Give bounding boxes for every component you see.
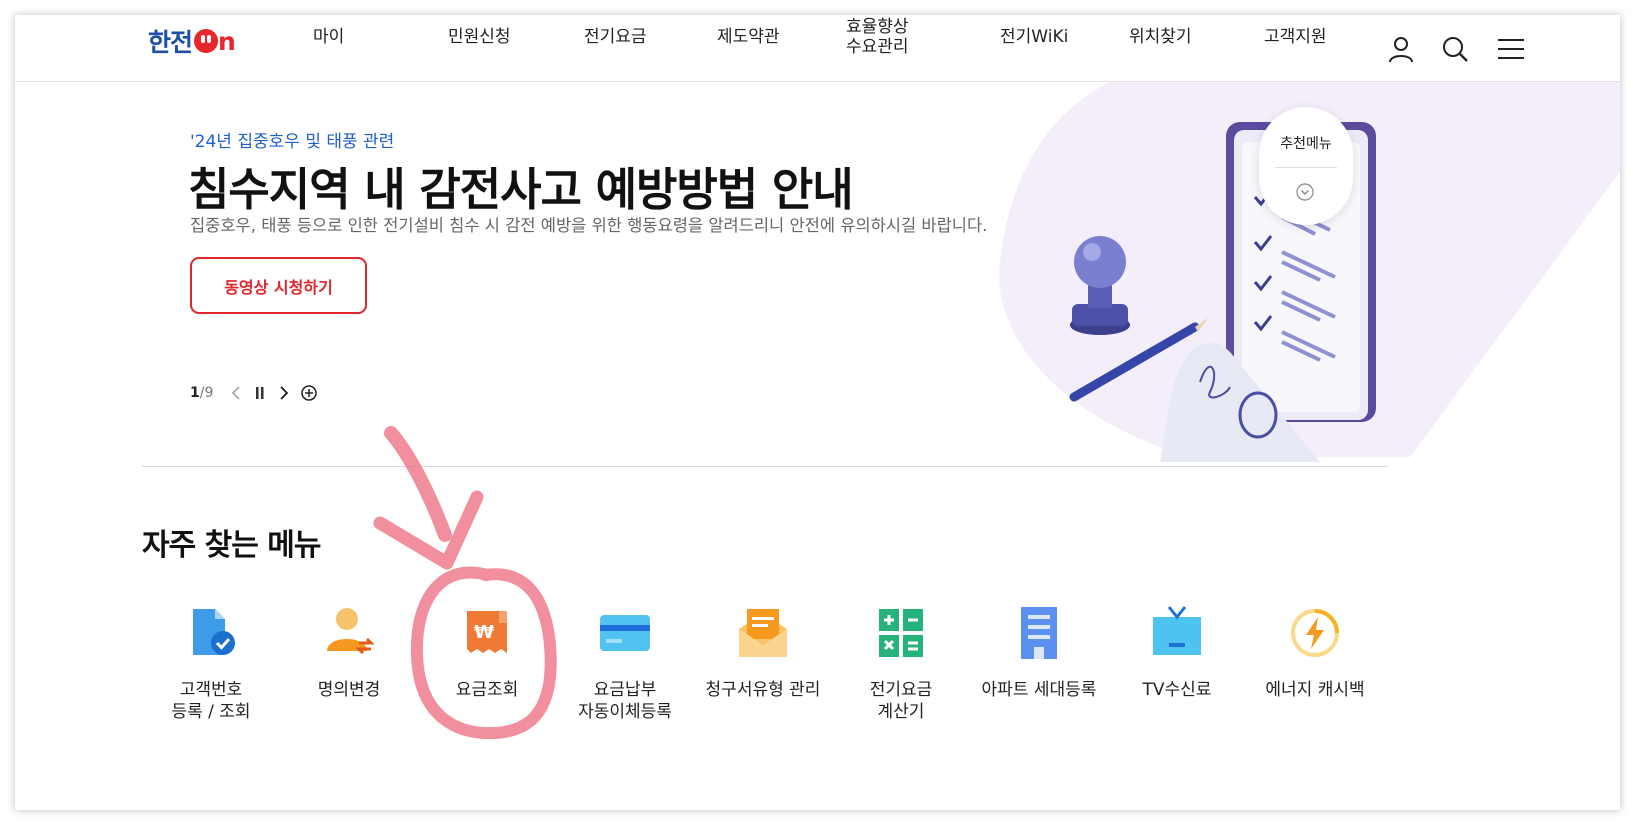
svg-text:₩: ₩: [474, 622, 494, 643]
logo-on-text: n: [218, 26, 236, 56]
menu-label: 고객번호: [179, 680, 243, 700]
pause-icon[interactable]: [255, 386, 265, 400]
credit-card-icon: [600, 615, 650, 651]
watch-video-button[interactable]: 동영상 시청하기: [190, 257, 367, 314]
chevron-down-circle-icon: [1296, 183, 1314, 201]
logo-on: n: [194, 26, 236, 56]
nav-item-my[interactable]: 마이: [313, 27, 344, 47]
menu-label: 에너지 캐시백: [1265, 680, 1365, 700]
nav-item-civil-application[interactable]: 민원신청: [448, 27, 511, 47]
menu-label: 청구서유형 관리: [705, 680, 821, 700]
search-icon[interactable]: [1441, 35, 1469, 63]
calculator-icon: [879, 609, 923, 657]
hero-subtitle: '24년 집중호우 및 태풍 관련: [190, 132, 395, 152]
hero-title: 침수지역 내 감전사고 예방방법 안내: [188, 163, 854, 216]
section-divider: [142, 466, 1388, 467]
frequent-menu-title: 자주 찾는 메뉴: [142, 528, 321, 563]
user-icon[interactable]: [1387, 35, 1415, 63]
menu-label: 요금납부: [593, 680, 657, 700]
plug-icon: [194, 29, 219, 53]
logo-text: 한전: [148, 28, 193, 57]
menu-label: 명의변경: [317, 680, 381, 700]
menu-label-2: 계산기: [877, 702, 925, 722]
nav-item-wiki[interactable]: 전기WiKi: [1000, 27, 1068, 47]
menu-name-change[interactable]: 명의변경: [284, 605, 414, 701]
menu-apartment-register[interactable]: 아파트 세대등록: [974, 605, 1104, 701]
pager-total: /9: [199, 385, 214, 401]
menu-auto-payment[interactable]: 요금납부 자동이체등록: [560, 605, 690, 723]
nav-item-electric-fee[interactable]: 전기요금: [584, 27, 647, 47]
recommend-menu-label: 추천메뉴: [1280, 136, 1332, 152]
browser-page: 한전 n 마이 민원신청 전기요금 제도약관 효율향상 수요관리 전기WiKi …: [15, 15, 1620, 810]
hamburger-menu-icon[interactable]: [1497, 35, 1525, 63]
site-header: 한전 n 마이 민원신청 전기요금 제도약관 효율향상 수요관리 전기WiKi …: [15, 15, 1620, 82]
energy-cashback-icon: [1291, 609, 1339, 657]
nav-item-customer-support[interactable]: 고객지원: [1264, 27, 1327, 47]
won-receipt-icon: ₩: [467, 611, 507, 653]
plus-circle-icon[interactable]: [301, 385, 318, 401]
tv-icon: [1153, 606, 1201, 655]
nav-item-terms[interactable]: 제도약관: [717, 27, 780, 47]
menu-fee-inquiry[interactable]: ₩ 요금조회: [422, 605, 552, 701]
hero-description: 집중호우, 태풍 등으로 인한 전기설비 침수 시 감전 예방을 위한 행동요령…: [190, 216, 988, 235]
menu-label: 요금조회: [455, 680, 519, 700]
nav-item-efficiency[interactable]: 효율향상 수요관리: [846, 17, 909, 57]
menu-bill-type[interactable]: 청구서유형 관리: [698, 605, 828, 701]
menu-label: 아파트 세대등록: [981, 680, 1097, 700]
document-check-icon: [193, 609, 235, 655]
recommend-menu-button[interactable]: 추천메뉴: [1259, 107, 1353, 225]
menu-label: TV수신료: [1142, 680, 1212, 700]
menu-label-2: 등록 / 조회: [171, 702, 251, 722]
apartment-icon: [1021, 607, 1057, 659]
hero-pager: 1 /9: [190, 385, 318, 401]
menu-tv-fee[interactable]: TV수신료: [1112, 605, 1242, 701]
menu-customer-number[interactable]: 고객번호 등록 / 조회: [146, 605, 276, 723]
recommend-divider: [1275, 167, 1337, 168]
menu-energy-cashback[interactable]: 에너지 캐시백: [1250, 605, 1380, 701]
menu-label-2: 자동이체등록: [578, 702, 672, 722]
nav-item-location[interactable]: 위치찾기: [1129, 27, 1192, 47]
next-slide-icon[interactable]: [279, 385, 289, 401]
pager-current: 1: [190, 385, 200, 401]
user-change-icon: [327, 608, 375, 655]
prev-slide-icon[interactable]: [231, 385, 241, 401]
mail-icon: [739, 609, 787, 657]
menu-label: 전기요금: [869, 680, 933, 700]
kepco-on-logo[interactable]: 한전 n: [148, 23, 236, 59]
menu-fee-calculator[interactable]: 전기요금 계산기: [836, 605, 966, 723]
